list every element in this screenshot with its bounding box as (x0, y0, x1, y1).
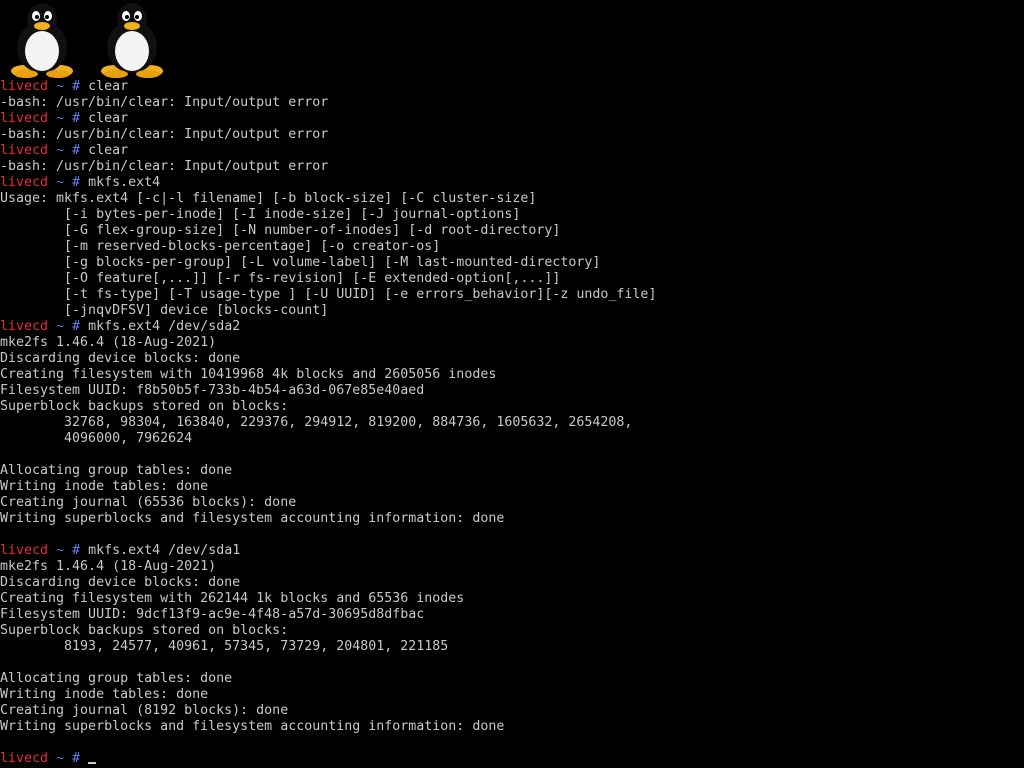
prompt-directory: ~ (56, 319, 65, 334)
command-text: clear (88, 79, 129, 94)
output-line: Allocating group tables: done (0, 463, 233, 478)
output-line: Creating journal (8192 blocks): done (0, 703, 289, 718)
output-line: mke2fs 1.46.4 (18-Aug-2021) (0, 559, 217, 574)
output-line: Writing inode tables: done (0, 479, 209, 494)
output-line: [-t fs-type] [-T usage-type ] [-U UUID] … (0, 287, 657, 302)
prompt-line: livecd ~ # clear (0, 79, 1024, 95)
output-line: Writing superblocks and filesystem accou… (0, 511, 505, 526)
output-line: mke2fs 1.46.4 (18-Aug-2021) (0, 335, 217, 350)
output-line: Discarding device blocks: done (0, 575, 241, 590)
command-text: mkfs.ext4 /dev/sda2 (88, 319, 241, 334)
output-line: Filesystem UUID: 9dcf13f9-ac9e-4f48-a57d… (0, 607, 425, 622)
output-line: Filesystem UUID: f8b50b5f-733b-4b54-a63d… (0, 383, 425, 398)
output-line: [-m reserved-blocks-percentage] [-o crea… (0, 239, 441, 254)
active-prompt-line[interactable]: livecd ~ # (0, 751, 1024, 767)
prompt-symbol: # (72, 175, 81, 190)
output-line: Writing inode tables: done (0, 687, 209, 702)
prompt-directory: ~ (56, 79, 65, 94)
output-line: [-jnqvDFSV] device [blocks-count] (0, 303, 329, 318)
terminal-output[interactable]: livecd ~ # clear -bash: /usr/bin/clear: I… (0, 79, 1024, 767)
prompt-line: livecd ~ # clear (0, 143, 1024, 159)
prompt-directory: ~ (56, 543, 65, 558)
output-line: Allocating group tables: done (0, 671, 233, 686)
prompt-symbol: # (72, 543, 81, 558)
command-text: clear (88, 143, 129, 158)
prompt-line: livecd ~ # mkfs.ext4 (0, 175, 1024, 191)
prompt-host: livecd (0, 543, 49, 558)
prompt-symbol: # (72, 79, 81, 94)
output-line: Discarding device blocks: done (0, 351, 241, 366)
output-line: -bash: /usr/bin/clear: Input/output erro… (0, 95, 329, 110)
prompt-symbol: # (72, 319, 81, 334)
command-text: clear (88, 111, 129, 126)
output-line: Creating journal (65536 blocks): done (0, 495, 297, 510)
prompt-directory: ~ (56, 111, 65, 126)
output-line: -bash: /usr/bin/clear: Input/output erro… (0, 127, 329, 142)
prompt-symbol: # (72, 143, 81, 158)
output-line: [-O feature[,...]] [-r fs-revision] [-E … (0, 271, 561, 286)
prompt-line: livecd ~ # mkfs.ext4 /dev/sda2 (0, 319, 1024, 335)
prompt-directory: ~ (56, 751, 65, 766)
prompt-line: livecd ~ # clear (0, 111, 1024, 127)
output-line: Writing superblocks and filesystem accou… (0, 719, 505, 734)
output-line: Usage: mkfs.ext4 [-c|-l filename] [-b bl… (0, 191, 537, 206)
prompt-host: livecd (0, 319, 49, 334)
prompt-line: livecd ~ # mkfs.ext4 /dev/sda1 (0, 543, 1024, 559)
command-text: mkfs.ext4 (88, 175, 161, 190)
tux-penguin-icon (11, 3, 73, 78)
output-line: 4096000, 7962624 (0, 431, 193, 446)
output-line: [-G flex-group-size] [-N number-of-inode… (0, 223, 561, 238)
output-line: Creating filesystem with 262144 1k block… (0, 591, 465, 606)
output-line: 8193, 24577, 40961, 57345, 73729, 204801… (0, 639, 449, 654)
prompt-symbol: # (72, 751, 81, 766)
output-line: -bash: /usr/bin/clear: Input/output erro… (0, 159, 329, 174)
output-line: Superblock backups stored on blocks: (0, 399, 289, 414)
boot-logo (4, 1, 170, 79)
output-line: [-g blocks-per-group] [-L volume-label] … (0, 255, 601, 270)
text-cursor[interactable] (88, 762, 97, 764)
output-line: Creating filesystem with 10419968 4k blo… (0, 367, 497, 382)
prompt-directory: ~ (56, 175, 65, 190)
prompt-host: livecd (0, 111, 49, 126)
output-line: Superblock backups stored on blocks: (0, 623, 289, 638)
tux-penguin-icon (101, 3, 163, 78)
prompt-directory: ~ (56, 143, 65, 158)
linux-console[interactable]: livecd ~ # clear -bash: /usr/bin/clear: I… (0, 0, 1024, 768)
prompt-symbol: # (72, 111, 81, 126)
prompt-host: livecd (0, 143, 49, 158)
prompt-host: livecd (0, 751, 49, 766)
output-line: [-i bytes-per-inode] [-I inode-size] [-J… (0, 207, 521, 222)
prompt-host: livecd (0, 79, 49, 94)
prompt-host: livecd (0, 175, 49, 190)
output-line: 32768, 98304, 163840, 229376, 294912, 81… (0, 415, 633, 430)
command-text: mkfs.ext4 /dev/sda1 (88, 543, 241, 558)
